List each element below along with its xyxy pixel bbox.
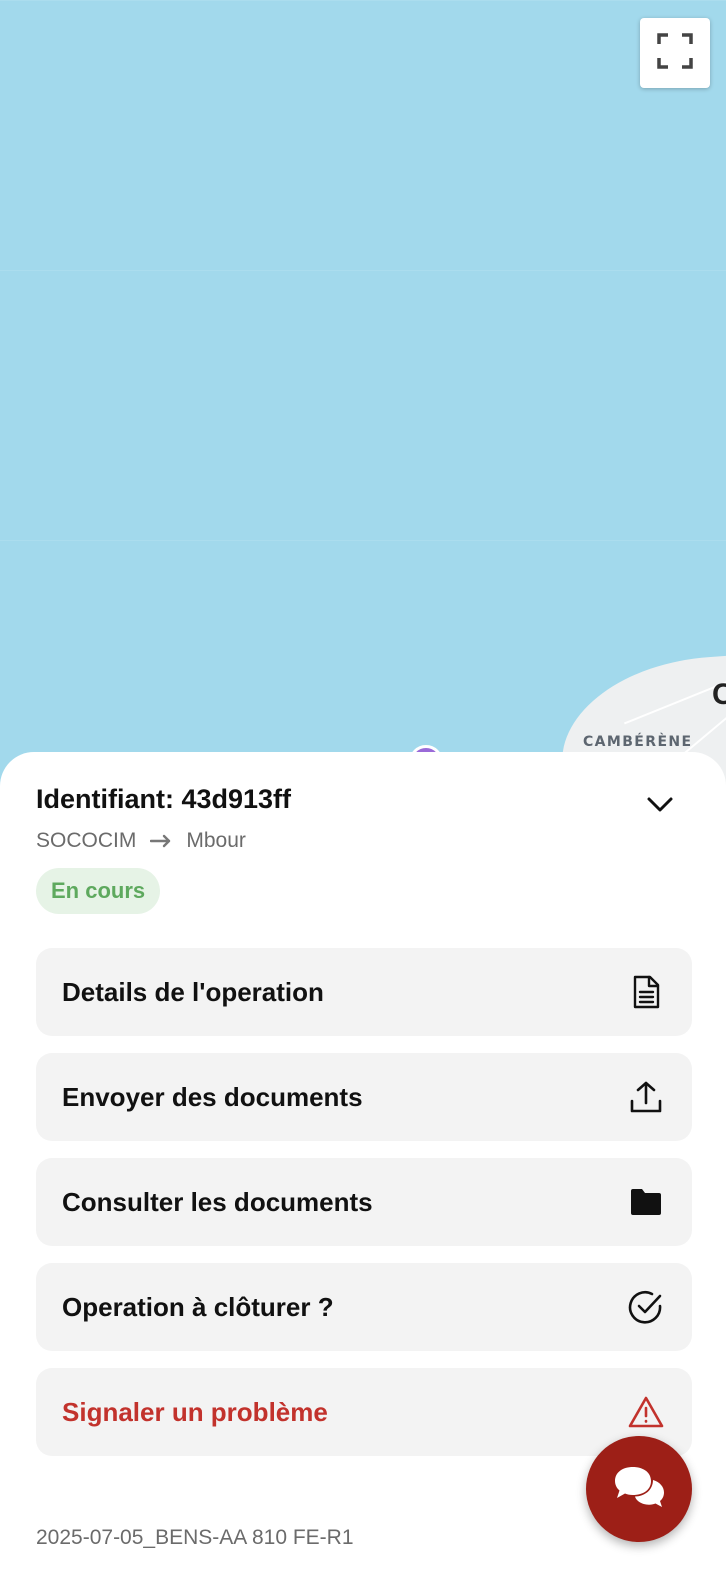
map-tile-grid bbox=[0, 0, 726, 790]
chat-button[interactable] bbox=[586, 1436, 692, 1542]
fullscreen-button[interactable] bbox=[640, 18, 710, 88]
route-destination: Mbour bbox=[186, 829, 246, 852]
action-label: Consulter les documents bbox=[62, 1186, 373, 1217]
fullscreen-icon bbox=[657, 32, 693, 74]
warning-triangle-icon bbox=[628, 1394, 664, 1430]
route-info: SOCOCIM Mbour bbox=[36, 828, 246, 854]
arrow-right-icon bbox=[150, 834, 172, 848]
route-origin: SOCOCIM bbox=[36, 829, 137, 852]
operation-details-button[interactable]: Details de l'operation bbox=[36, 948, 692, 1036]
collapse-sheet-button[interactable] bbox=[640, 790, 680, 824]
action-label: Operation à clôturer ? bbox=[62, 1291, 334, 1322]
action-label: Envoyer des documents bbox=[62, 1081, 363, 1112]
folder-icon bbox=[628, 1184, 664, 1220]
map-edge-label: C bbox=[712, 678, 726, 711]
document-icon bbox=[628, 974, 664, 1010]
chevron-down-icon bbox=[646, 796, 674, 819]
action-label: Signaler un problème bbox=[62, 1396, 328, 1427]
upload-icon bbox=[628, 1079, 664, 1115]
chat-bubbles-icon bbox=[611, 1463, 667, 1516]
view-documents-button[interactable]: Consulter les documents bbox=[36, 1158, 692, 1246]
report-problem-button[interactable]: Signaler un problème bbox=[36, 1368, 692, 1456]
map-view[interactable]: CAMBÉRÈNE C bbox=[0, 0, 726, 790]
status-badge: En cours bbox=[36, 868, 161, 914]
close-operation-button[interactable]: Operation à clôturer ? bbox=[36, 1263, 692, 1351]
send-documents-button[interactable]: Envoyer des documents bbox=[36, 1053, 692, 1141]
operation-reference: 2025-07-05_BENS-AA 810 FE-R1 bbox=[36, 1526, 354, 1549]
operation-identifier: Identifiant: 43d913ff bbox=[36, 784, 292, 814]
action-label: Details de l'operation bbox=[62, 976, 324, 1007]
check-circle-icon bbox=[628, 1289, 664, 1325]
map-place-label: CAMBÉRÈNE bbox=[583, 734, 693, 750]
